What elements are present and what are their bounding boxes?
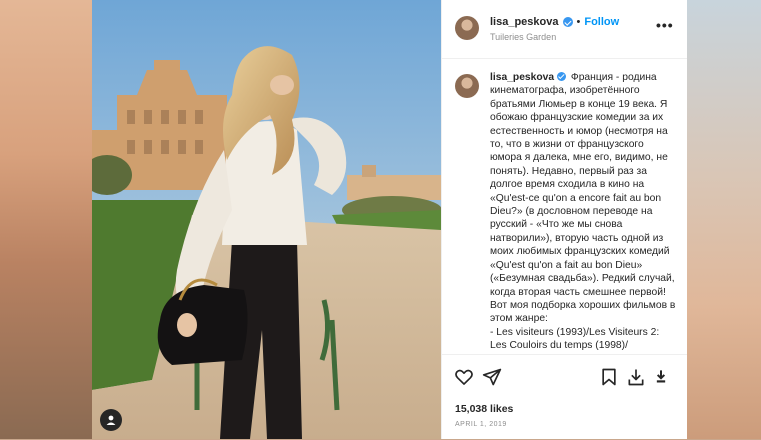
- blurred-background-right: [686, 0, 761, 439]
- verified-badge-icon: [562, 17, 573, 27]
- blurred-background-left: [0, 0, 92, 439]
- send-icon[interactable]: [482, 367, 502, 387]
- caption-text: Франция - родина кинематографа, изобретё…: [490, 72, 676, 352]
- post-side-panel: lisa_peskova • Follow Tuileries Garden •…: [441, 0, 687, 439]
- post-header: lisa_peskova • Follow Tuileries Garden •…: [442, 0, 687, 59]
- caption-verified-icon: [557, 72, 566, 81]
- caption-username[interactable]: lisa_peskova: [490, 72, 554, 83]
- heart-icon[interactable]: [454, 367, 474, 387]
- caption: lisa_peskova Франция - родина кинематогр…: [490, 71, 678, 353]
- location-link[interactable]: Tuileries Garden: [490, 32, 556, 42]
- post-photo[interactable]: [92, 0, 441, 439]
- likes-count[interactable]: 15,038 likes: [455, 403, 513, 415]
- post-date: APRIL 1, 2019: [455, 421, 507, 428]
- photo-illustration: [92, 0, 441, 439]
- caption-scroll-area[interactable]: lisa_peskova Франция - родина кинематогр…: [442, 58, 687, 354]
- download-small-icon[interactable]: [651, 367, 671, 387]
- username-link[interactable]: lisa_peskova: [490, 16, 559, 28]
- bookmark-icon[interactable]: [599, 367, 619, 387]
- separator-dot: •: [576, 16, 581, 28]
- user-tag-icon[interactable]: [100, 409, 122, 431]
- follow-button[interactable]: Follow: [584, 16, 619, 28]
- post-actions: 15,038 likes APRIL 1, 2019: [442, 354, 687, 440]
- user-icon: [106, 415, 116, 425]
- download-icon[interactable]: [626, 367, 646, 387]
- more-options-button[interactable]: •••: [656, 18, 674, 32]
- header-user-line: lisa_peskova • Follow: [490, 16, 619, 28]
- caption-avatar[interactable]: [455, 74, 479, 98]
- avatar[interactable]: [455, 16, 479, 40]
